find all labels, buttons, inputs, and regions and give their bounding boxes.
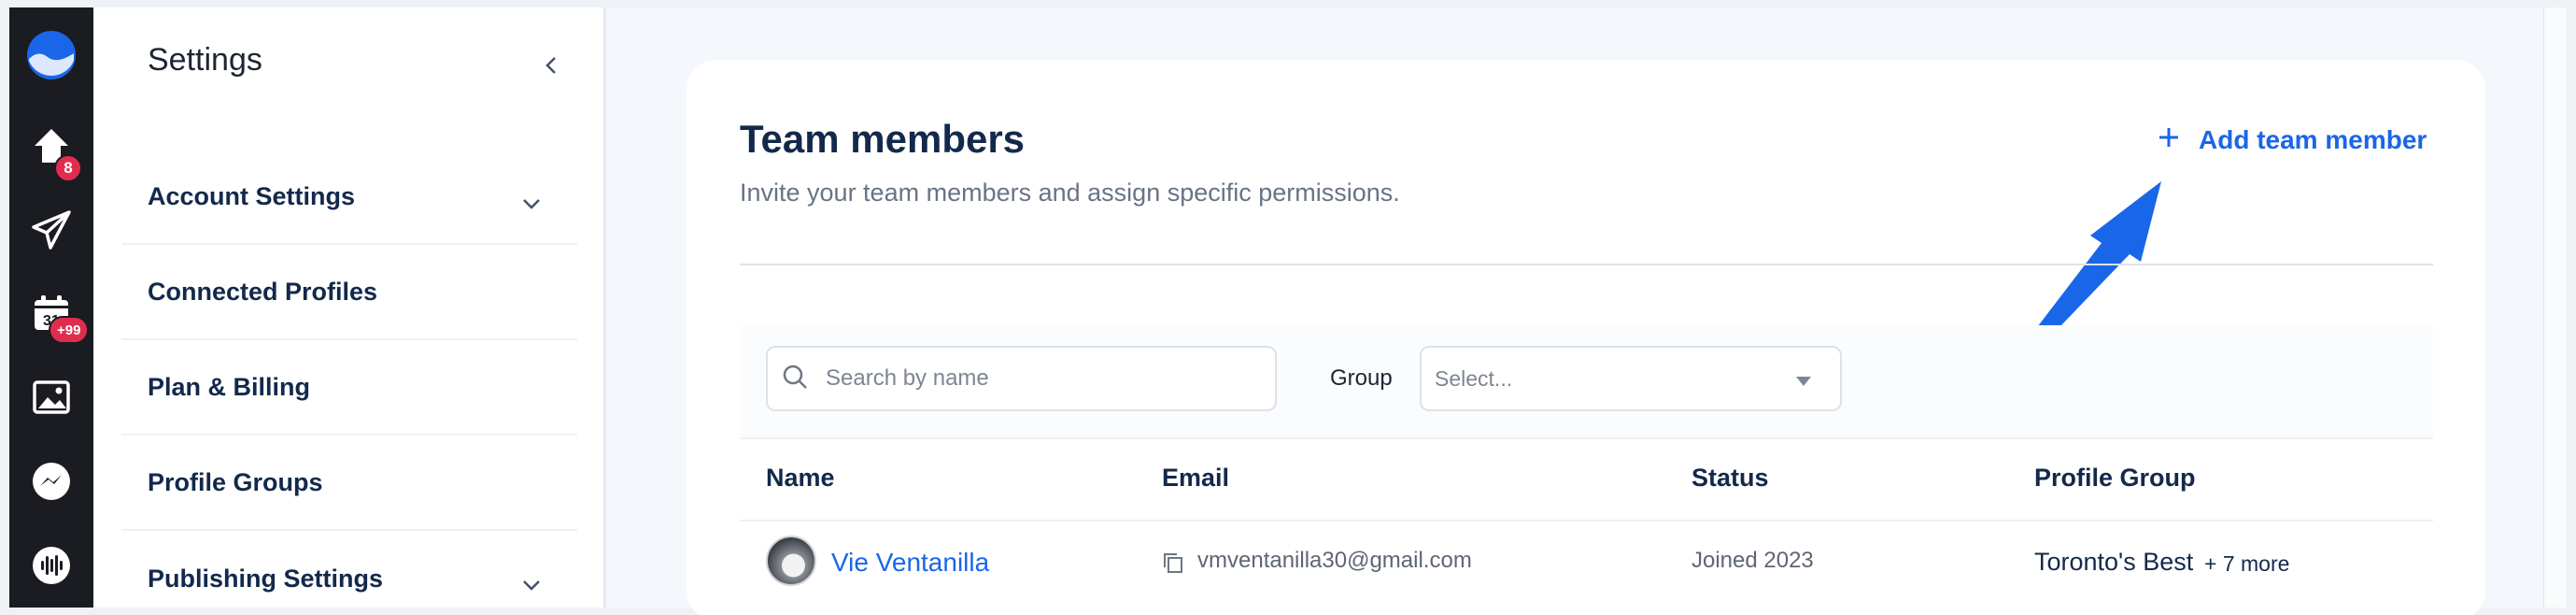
sidebar-item-label: Connected Profiles [148,277,378,306]
icon-rail: 8 31 +99 [9,7,93,608]
sidebar-item-account-settings[interactable]: Account Settings [121,150,577,245]
rail-calendar[interactable]: 31 +99 [9,271,93,355]
chevron-down-icon [521,188,542,217]
sidebar-item-profile-groups[interactable]: Profile Groups [121,436,577,531]
sidebar-item-publishing-settings[interactable]: Publishing Settings [121,531,577,615]
paper-plane-icon [30,208,73,251]
page-scrollbar[interactable] [2543,7,2567,608]
column-header-email[interactable]: Email [1162,464,1229,493]
avatar [766,536,816,586]
calendar-badge: +99 [49,316,90,345]
member-name-link[interactable]: Vie Ventanilla [831,548,989,578]
search-field[interactable] [766,346,1277,411]
caret-down-icon [1795,375,1812,392]
sidebar-item-label: Account Settings [148,181,356,210]
rail-home[interactable]: 8 [9,104,93,188]
sidebar-title: Settings [148,42,262,78]
group-filter-label: Group [1330,365,1393,391]
member-status: Joined 2023 [1691,548,1814,573]
search-input[interactable] [826,365,1237,392]
copy-icon[interactable] [1162,551,1184,579]
plus-icon [2158,125,2180,155]
sidebar-item-label: Publishing Settings [148,564,384,593]
rail-messages[interactable] [9,439,93,523]
messenger-icon [31,461,72,502]
sidebar-item-label: Plan & Billing [148,372,311,401]
header-divider [740,264,2433,265]
add-team-member-label: Add team member [2199,125,2427,154]
app-logo-icon[interactable] [9,7,93,104]
collapse-sidebar-button[interactable] [544,54,559,81]
search-icon [781,363,809,395]
rail-media[interactable] [9,355,93,439]
group-select[interactable]: Select... [1420,346,1842,411]
rail-publish[interactable] [9,188,93,272]
sidebar-item-label: Profile Groups [148,467,323,496]
column-header-status[interactable]: Status [1691,464,1769,493]
group-select-placeholder: Select... [1435,365,1513,391]
settings-sidebar: Settings Account Settings Connected Prof… [93,7,605,608]
member-profile-group: Toronto's Best [2034,548,2194,576]
page-title: Team members [740,117,1026,161]
home-badge: 8 [54,153,82,182]
member-email: vmventanilla30@gmail.com [1197,548,1472,573]
column-header-profile-group[interactable]: Profile Group [2034,464,2196,493]
profile-group-more-link[interactable]: + 7 more [2204,551,2289,577]
sidebar-item-plan-billing[interactable]: Plan & Billing [121,340,577,436]
sidebar-item-connected-profiles[interactable]: Connected Profiles [121,245,577,340]
image-icon [31,377,72,418]
chevron-left-icon [545,57,556,74]
rail-listening[interactable] [9,523,93,608]
page-subtitle: Invite your team members and assign spec… [740,179,1400,207]
add-team-member-button[interactable]: Add team member [2158,122,2427,159]
chevron-down-icon [521,569,542,598]
column-header-name[interactable]: Name [766,464,835,493]
audio-wave-icon [31,545,72,586]
